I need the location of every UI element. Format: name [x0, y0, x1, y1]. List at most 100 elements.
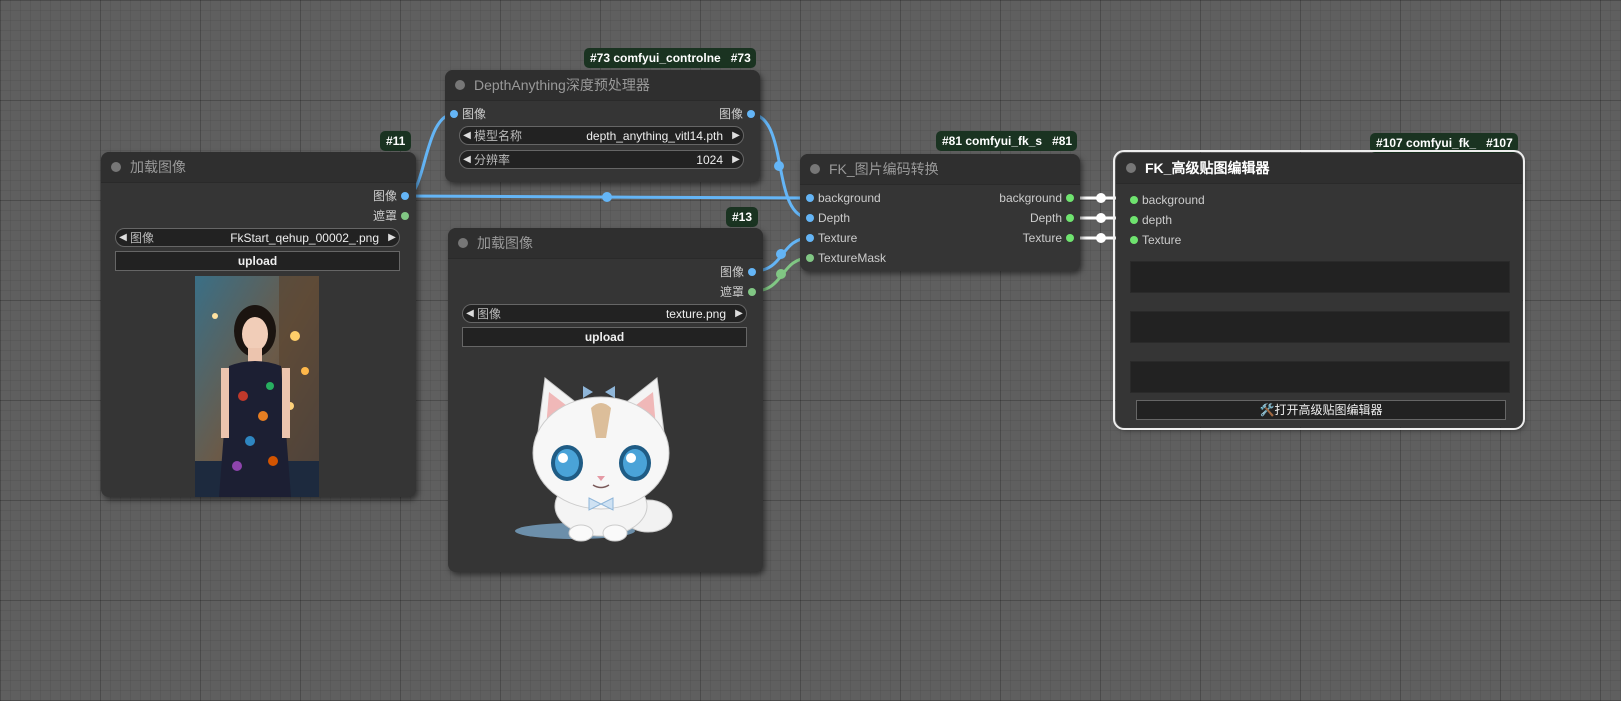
output-mask[interactable]: 遮罩	[720, 284, 756, 300]
fk-advanced-texture-editor-node-107[interactable]: FK_高级贴图编辑器 background depth Texture 🛠️打开…	[1113, 150, 1525, 430]
input-image[interactable]: 图像	[450, 106, 486, 122]
image-select-widget[interactable]: ◀ 图像 FkStart_qehup_00002_.png ▶	[115, 228, 400, 247]
slot-label: 图像	[372, 189, 397, 203]
widget-value: depth_anything_vitl14.pth	[586, 128, 723, 143]
slot-label: TextureMask	[818, 251, 887, 265]
badge-id: #81	[1052, 134, 1073, 148]
editor-field-1[interactable]	[1130, 261, 1510, 293]
link-midpoint[interactable]	[776, 249, 786, 259]
arrow-right-icon[interactable]: ▶	[729, 130, 743, 141]
collapse-dot-icon[interactable]	[458, 238, 468, 248]
slot-label: Texture	[1142, 233, 1182, 247]
output-pin-icon[interactable]	[1066, 214, 1074, 222]
node-title-bar[interactable]: 加载图像	[448, 228, 763, 259]
input-pin-icon[interactable]	[1130, 236, 1138, 244]
collapse-dot-icon[interactable]	[455, 80, 465, 90]
node-title-bar[interactable]: FK_图片编码转换	[800, 154, 1080, 185]
portrait-photo	[195, 276, 319, 497]
slot-label: background	[1142, 193, 1205, 207]
collapse-dot-icon[interactable]	[810, 164, 820, 174]
collapse-dot-icon[interactable]	[1126, 163, 1136, 173]
output-texture[interactable]: Texture	[1023, 230, 1074, 246]
kitten-illustration	[515, 377, 673, 542]
badge-id: #73	[730, 51, 751, 65]
node-id-badge: #81 comfyui_fk_s #81	[936, 131, 1078, 151]
link-midpoint[interactable]	[1096, 233, 1106, 243]
link-midpoint[interactable]	[1096, 213, 1106, 223]
output-pin-icon[interactable]	[401, 212, 409, 220]
resolution-widget[interactable]: ◀ 分辨率 1024 ▶	[459, 150, 744, 169]
input-background[interactable]: background	[806, 190, 881, 206]
output-pin-icon[interactable]	[401, 192, 409, 200]
output-image[interactable]: 图像	[719, 106, 755, 122]
depth-anything-node-73[interactable]: DepthAnything深度预处理器 图像 图像 ◀ 模型名称 depth_a…	[445, 70, 760, 182]
badge-label: #11	[386, 134, 406, 148]
input-background[interactable]: background	[1130, 192, 1205, 208]
output-image[interactable]: 图像	[373, 188, 409, 204]
slot-label: depth	[1142, 213, 1173, 227]
open-editor-button[interactable]: 🛠️打开高级贴图编辑器	[1136, 400, 1506, 420]
node-title: 加载图像	[130, 159, 186, 175]
output-pin-icon[interactable]	[748, 288, 756, 296]
upload-button[interactable]: upload	[462, 327, 747, 347]
editor-field-3[interactable]	[1130, 361, 1510, 393]
link-midpoint[interactable]	[776, 269, 786, 279]
model-name-widget[interactable]: ◀ 模型名称 depth_anything_vitl14.pth ▶	[459, 126, 744, 145]
slot-label: 图像	[718, 107, 743, 121]
slot-label: background	[999, 191, 1062, 205]
badge-id: #107	[1486, 136, 1513, 150]
input-texture[interactable]: Texture	[1130, 232, 1181, 248]
load-image-node-13[interactable]: 加载图像 图像 遮罩 ◀ 图像 texture.png ▶ upload	[448, 228, 763, 572]
widget-label: 分辨率	[474, 153, 511, 167]
input-pin-icon[interactable]	[1130, 216, 1138, 224]
collapse-dot-icon[interactable]	[111, 162, 121, 172]
arrow-left-icon[interactable]: ◀	[460, 130, 474, 141]
widget-label: 图像	[477, 307, 502, 321]
input-pin-icon[interactable]	[806, 234, 814, 242]
node-id-badge: #11	[380, 131, 412, 151]
input-texturemask[interactable]: TextureMask	[806, 250, 886, 266]
arrow-left-icon[interactable]: ◀	[116, 232, 130, 243]
arrow-left-icon[interactable]: ◀	[460, 154, 474, 165]
link-midpoint[interactable]	[1096, 193, 1106, 203]
arrow-right-icon[interactable]: ▶	[729, 154, 743, 165]
output-depth[interactable]: Depth	[1030, 210, 1074, 226]
link-midpoint[interactable]	[774, 161, 784, 171]
node-title-bar[interactable]: 加载图像	[101, 152, 416, 183]
arrow-right-icon[interactable]: ▶	[732, 308, 746, 319]
arrow-right-icon[interactable]: ▶	[385, 232, 399, 243]
widget-value: FkStart_qehup_00002_.png	[230, 230, 379, 245]
image-select-widget[interactable]: ◀ 图像 texture.png ▶	[462, 304, 747, 323]
image-preview	[503, 368, 703, 568]
upload-button[interactable]: upload	[115, 251, 400, 271]
input-pin-icon[interactable]	[806, 194, 814, 202]
input-depth[interactable]: Depth	[806, 210, 850, 226]
slot-label: 图像	[719, 265, 744, 279]
node-title: 加载图像	[477, 235, 533, 251]
link-midpoint[interactable]	[602, 192, 612, 202]
fk-image-encode-node-81[interactable]: FK_图片编码转换 background Depth Texture Textu…	[800, 154, 1080, 271]
slot-label: 遮罩	[719, 285, 744, 299]
output-pin-icon[interactable]	[748, 268, 756, 276]
arrow-left-icon[interactable]: ◀	[463, 308, 477, 319]
output-pin-icon[interactable]	[1066, 194, 1074, 202]
input-depth[interactable]: depth	[1130, 212, 1172, 228]
input-texture[interactable]: Texture	[806, 230, 857, 246]
node-title-bar[interactable]: FK_高级贴图编辑器	[1116, 153, 1522, 184]
load-image-node-11[interactable]: 加载图像 图像 遮罩 ◀ 图像 FkStart_qehup_00002_.png…	[101, 152, 416, 497]
editor-field-2[interactable]	[1130, 311, 1510, 343]
output-mask[interactable]: 遮罩	[373, 208, 409, 224]
badge-label: #81 comfyui_fk_s	[942, 134, 1043, 148]
output-pin-icon[interactable]	[1066, 234, 1074, 242]
input-pin-icon[interactable]	[806, 214, 814, 222]
output-background[interactable]: background	[999, 190, 1074, 206]
input-pin-icon[interactable]	[450, 110, 458, 118]
input-pin-icon[interactable]	[1130, 196, 1138, 204]
output-image[interactable]: 图像	[720, 264, 756, 280]
image-preview	[195, 276, 319, 497]
slot-label: Texture	[818, 231, 858, 245]
output-pin-icon[interactable]	[747, 110, 755, 118]
node-title-bar[interactable]: DepthAnything深度预处理器	[445, 70, 760, 101]
node-title: FK_高级贴图编辑器	[1145, 160, 1270, 176]
input-pin-icon[interactable]	[806, 254, 814, 262]
